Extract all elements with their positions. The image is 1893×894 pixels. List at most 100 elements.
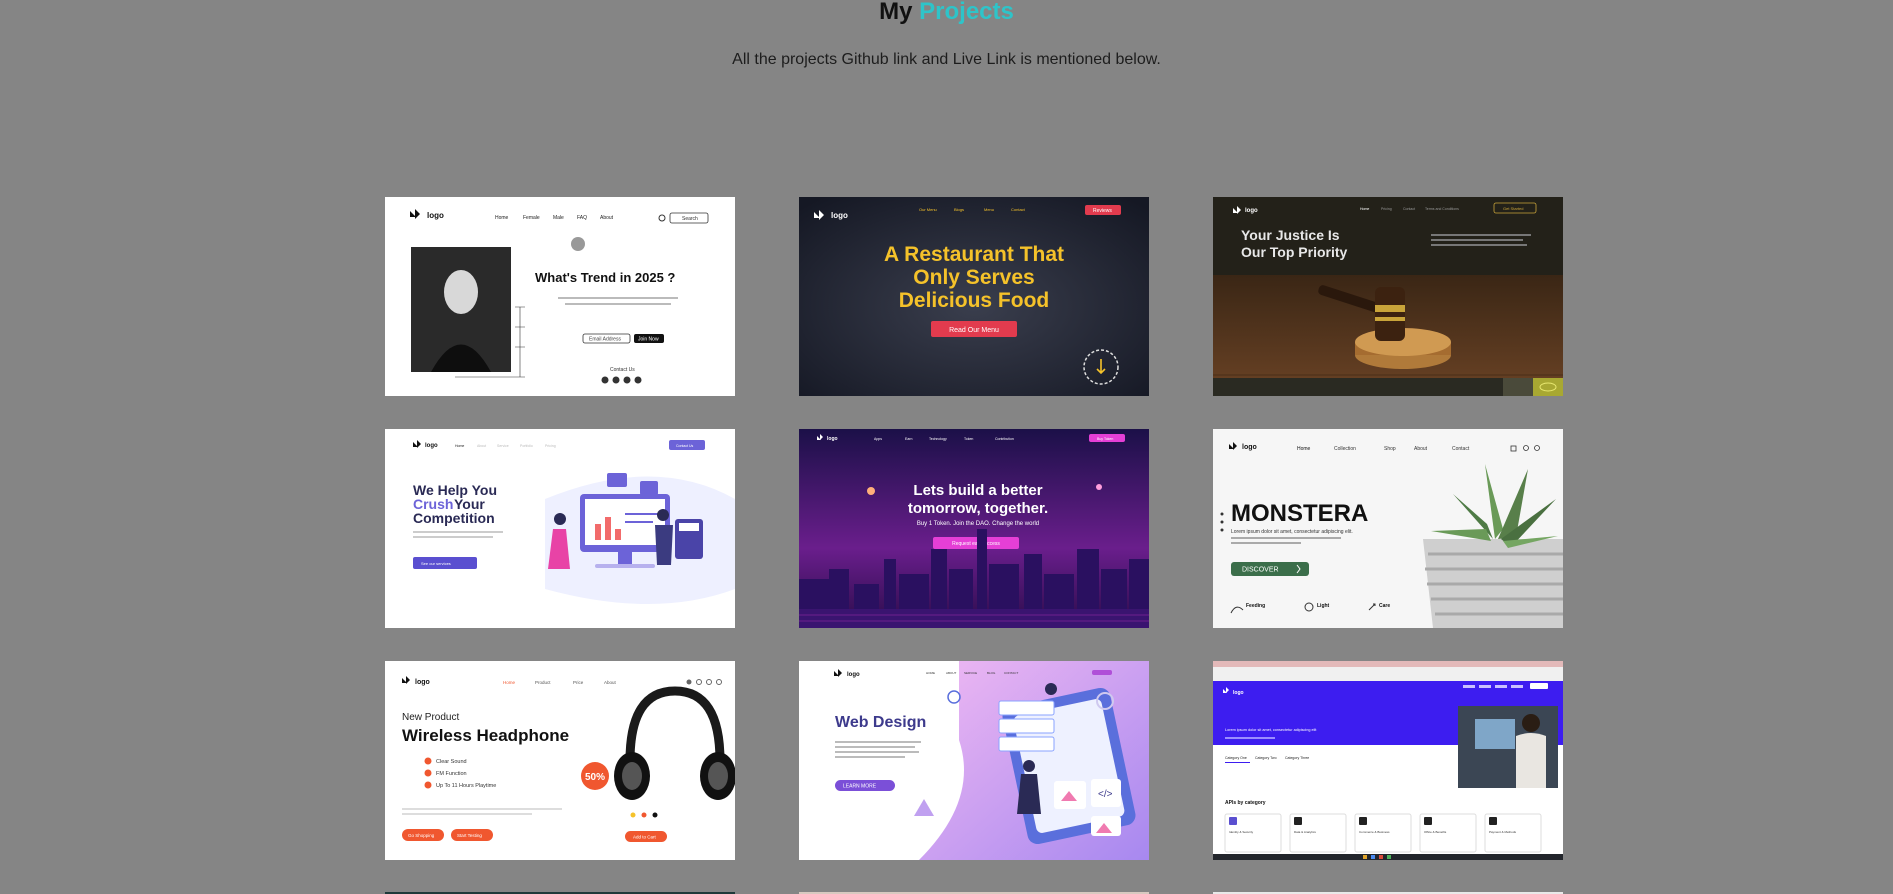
card1-nav-3: FAQ <box>577 215 587 221</box>
card2-nav-2: Menu <box>984 207 994 212</box>
card2-nav-1: Blogs <box>954 207 964 212</box>
card3-nav-1: Pricing <box>1381 207 1392 211</box>
card5-nav-2: Technology <box>929 437 947 441</box>
card7-nav-3: About <box>604 680 617 685</box>
card2-nav-3: Contact <box>1011 207 1026 212</box>
browser-addressbar <box>1213 667 1563 681</box>
card1-contact: Contact Us <box>610 367 635 373</box>
card5-nav-0: Apps <box>874 437 882 441</box>
card5-headline-0: Lets build a better <box>913 482 1042 499</box>
card7-cta2: Start Testing <box>457 833 482 838</box>
card6-nav-3: About <box>1414 446 1428 452</box>
card5-nav-1: Earn <box>905 437 912 441</box>
eye-icon <box>1533 378 1563 396</box>
card9-cat-0: Identity & Security <box>1229 830 1254 834</box>
code-icon: </> <box>1098 789 1113 800</box>
card8-nav-4: CONTACT <box>1004 671 1018 675</box>
card5-headline-1: tomorrow, together. <box>908 500 1048 517</box>
card4-cta: See our services <box>421 561 451 566</box>
illustration-image <box>545 473 735 604</box>
card8-logo: logo <box>847 672 860 678</box>
card9-section: APIs by category <box>1225 800 1266 806</box>
card7-logo: logo <box>415 679 430 686</box>
card5-nav-3: Token <box>964 437 973 441</box>
card9-cat-3: Office & Benefits <box>1424 830 1447 834</box>
card3-nav-0: Home <box>1360 207 1369 211</box>
projects-grid: logo Home Female Male FAQ About Search W… <box>385 197 1563 860</box>
browser-tabs <box>1213 661 1563 667</box>
card6-nav-2: Shop <box>1384 446 1396 452</box>
card4-headline-3: Competition <box>413 510 495 526</box>
card4-logo: logo <box>425 443 438 449</box>
card4-nav-0: Home <box>455 444 464 448</box>
card9-logo: logo <box>1233 690 1244 696</box>
card6-feature-0: Feeding <box>1246 603 1265 609</box>
card7-feature-1: FM Function <box>436 771 467 777</box>
card8-nav-1: ABOUT <box>946 671 957 675</box>
card1-email: Email Address <box>589 337 621 343</box>
project-card-webdesign[interactable]: logo HOME ABOUT SERVICE BLOG CONTACT Web… <box>799 661 1149 860</box>
card9-tab-0: Category One <box>1225 756 1247 760</box>
card6-logo: logo <box>1242 444 1257 451</box>
card5-cta: Request early access <box>952 541 1000 547</box>
card7-eyebrow: New Product <box>402 712 459 723</box>
card5-sub: Buy 1 Token. Join the DAO. Change the wo… <box>917 521 1039 527</box>
card7-headline: Wireless Headphone <box>402 726 569 745</box>
card3-headline-1: Our Top Priority <box>1241 244 1348 260</box>
card6-headline: MONSTERA <box>1231 500 1368 527</box>
card1-headline: What's Trend in 2025 ? <box>535 270 675 285</box>
card8-headline: Web Design <box>835 714 926 731</box>
card2-headline-0: A Restaurant That <box>884 243 1064 266</box>
card2-button: Reviews <box>1093 208 1112 214</box>
title-prefix: My <box>879 0 913 25</box>
card6-feature-2: Care <box>1379 603 1390 609</box>
card8-nav-0: HOME <box>926 671 935 675</box>
project-card-justice[interactable]: logo Home Pricing Contact Terms and Cond… <box>1213 197 1563 396</box>
card4-nav-4: Pricing <box>545 444 556 448</box>
card7-nav-0: Home <box>503 680 516 685</box>
card4-button: Contact Us <box>676 444 694 448</box>
search-icon <box>686 679 692 685</box>
card3-nav-3: Terms and Conditions <box>1425 207 1459 211</box>
card1-search: Search <box>682 216 698 222</box>
page-title: My Projects <box>0 0 1893 26</box>
card2-headline-2: Delicious Food <box>899 289 1050 312</box>
card5-logo: logo <box>827 436 838 442</box>
card1-nav-1: Female <box>523 215 540 221</box>
card5-button: Buy Token <box>1097 437 1113 441</box>
card9-cat-2: Commerce & Business <box>1359 830 1390 834</box>
card2-nav-0: Our Menu <box>919 207 937 212</box>
card4-nav-1: About <box>477 444 486 448</box>
card3-button: Get Started <box>1503 206 1523 211</box>
project-card-dao[interactable]: logo Apps Earn Technology Token Contribu… <box>799 429 1149 628</box>
project-card-agency[interactable]: logo Home About Service Portfolio Pricin… <box>385 429 735 628</box>
card6-body: Lorem ipsum dolor sit amet, consectetur … <box>1231 529 1353 535</box>
card7-nav-1: Product <box>535 680 551 685</box>
title-accent: Projects <box>919 0 1014 25</box>
project-card-restaurant[interactable]: logo Our Menu Blogs Menu Contact Reviews… <box>799 197 1149 396</box>
card3-nav-2: Contact <box>1403 207 1415 211</box>
card4-nav-3: Portfolio <box>520 444 533 448</box>
card6-nav-1: Collection <box>1334 446 1356 452</box>
project-card-monstera[interactable]: logo Home Collection Shop About Contact … <box>1213 429 1563 628</box>
card5-nav-4: Contribution <box>995 437 1014 441</box>
project-card-headphone[interactable]: logo Home Product Price About New Produc… <box>385 661 735 860</box>
project-card-apis[interactable]: logo Lorem ipsum dolor sit amet, consect… <box>1213 661 1563 860</box>
card1-nav-0: Home <box>495 215 509 221</box>
card1-nav-4: About <box>600 215 614 221</box>
card9-headline: Lorem ipsum dolor sit amet, consectetur … <box>1225 728 1317 732</box>
card6-feature-1: Light <box>1317 603 1330 609</box>
card7-cta1: Go Shopping <box>408 833 435 838</box>
card7-feature-2: Up To 11 Hours Playtime <box>436 783 496 789</box>
project-card-trend[interactable]: logo Home Female Male FAQ About Search W… <box>385 197 735 396</box>
card9-tab-2: Category Three <box>1285 756 1309 760</box>
card8-nav-2: SERVICE <box>964 671 977 675</box>
card9-tab-1: Category Two <box>1255 756 1277 760</box>
card7-badge: 50% <box>585 772 605 783</box>
card4-nav-2: Service <box>497 444 509 448</box>
card1-nav-2: Male <box>553 215 564 221</box>
card1-cta: Join Now <box>638 337 659 343</box>
card8-cta: LEARN MORE <box>843 784 877 790</box>
card9-cat-4: Payment & Methods <box>1489 830 1517 834</box>
card2-cta: Read Our Menu <box>949 327 999 334</box>
